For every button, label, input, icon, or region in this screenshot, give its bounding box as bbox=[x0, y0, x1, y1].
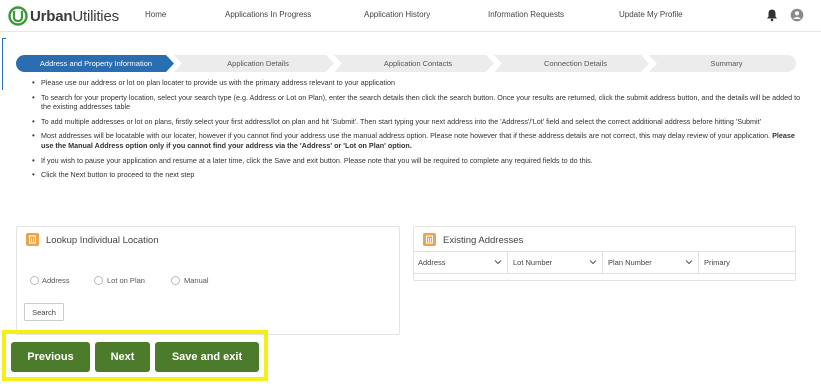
nav-home[interactable]: Home bbox=[145, 10, 166, 19]
nav-update-my-profile[interactable]: Update My Profile bbox=[619, 10, 683, 19]
step-connection-details[interactable]: Connection Details bbox=[502, 55, 649, 72]
step-application-details[interactable]: Application Details bbox=[182, 55, 334, 72]
nav-information-requests[interactable]: Information Requests bbox=[488, 10, 564, 19]
user-account-icon[interactable] bbox=[790, 8, 804, 22]
instruction-item: To add multiple addresses or lot on plan… bbox=[32, 117, 802, 127]
building-icon bbox=[26, 233, 39, 246]
column-label-primary: Primary bbox=[704, 258, 730, 267]
table-header-bottom-border bbox=[413, 273, 796, 274]
bell-icon[interactable] bbox=[765, 8, 779, 22]
instruction-item: If you wish to pause your application an… bbox=[32, 156, 802, 166]
instruction-item: To search for your property location, se… bbox=[32, 93, 802, 112]
radio-lot-on-plan-label[interactable]: Lot on Plan bbox=[107, 276, 145, 285]
chevron-down-icon[interactable] bbox=[494, 259, 502, 265]
instructions-list: Please use our address or lot on plan lo… bbox=[32, 78, 802, 185]
column-header-primary: Primary bbox=[698, 252, 795, 273]
column-label-plan-number: Plan Number bbox=[608, 258, 652, 267]
radio-manual-label[interactable]: Manual bbox=[184, 276, 209, 285]
building-icon bbox=[423, 233, 436, 246]
radio-address-label[interactable]: Address bbox=[42, 276, 70, 285]
content-frame-edge bbox=[2, 38, 3, 90]
chevron-down-icon[interactable] bbox=[685, 259, 693, 265]
column-header-plan-number[interactable]: Plan Number bbox=[602, 252, 698, 273]
urban-utilities-logo-icon bbox=[8, 6, 28, 26]
step-application-contacts[interactable]: Application Contacts bbox=[342, 55, 494, 72]
search-button[interactable]: Search bbox=[24, 303, 64, 321]
save-and-exit-button[interactable]: Save and exit bbox=[155, 342, 259, 372]
instruction-item: Please use our address or lot on plan lo… bbox=[32, 78, 802, 88]
nav-applications-in-progress[interactable]: Applications In Progress bbox=[225, 10, 311, 19]
column-header-address[interactable]: Address bbox=[413, 252, 507, 273]
chevron-down-icon[interactable] bbox=[589, 259, 597, 265]
next-button[interactable]: Next bbox=[95, 342, 150, 372]
brand-logo[interactable]: UrbanUtilities bbox=[8, 6, 119, 26]
existing-addresses-title: Existing Addresses bbox=[443, 235, 524, 246]
application-progress-steps: Address and Property Information Applica… bbox=[16, 55, 796, 72]
radio-manual[interactable] bbox=[171, 276, 180, 285]
instruction-item: Most addresses will be locatable with ou… bbox=[32, 131, 802, 150]
column-header-lot-number[interactable]: Lot Number bbox=[507, 252, 602, 273]
instruction-item: Click the Next button to proceed to the … bbox=[32, 170, 802, 180]
previous-button[interactable]: Previous bbox=[11, 342, 90, 372]
column-label-address: Address bbox=[418, 258, 446, 267]
brand-name: UrbanUtilities bbox=[30, 7, 119, 25]
column-label-lot-number: Lot Number bbox=[513, 258, 553, 267]
radio-address[interactable] bbox=[30, 276, 39, 285]
lookup-panel-title: Lookup Individual Location bbox=[46, 235, 159, 246]
top-navigation: UrbanUtilities Home Applications In Prog… bbox=[0, 0, 821, 32]
nav-application-history[interactable]: Application History bbox=[364, 10, 430, 19]
step-summary[interactable]: Summary bbox=[657, 55, 796, 72]
step-address-and-property-information[interactable]: Address and Property Information bbox=[16, 55, 176, 72]
radio-lot-on-plan[interactable] bbox=[94, 276, 103, 285]
